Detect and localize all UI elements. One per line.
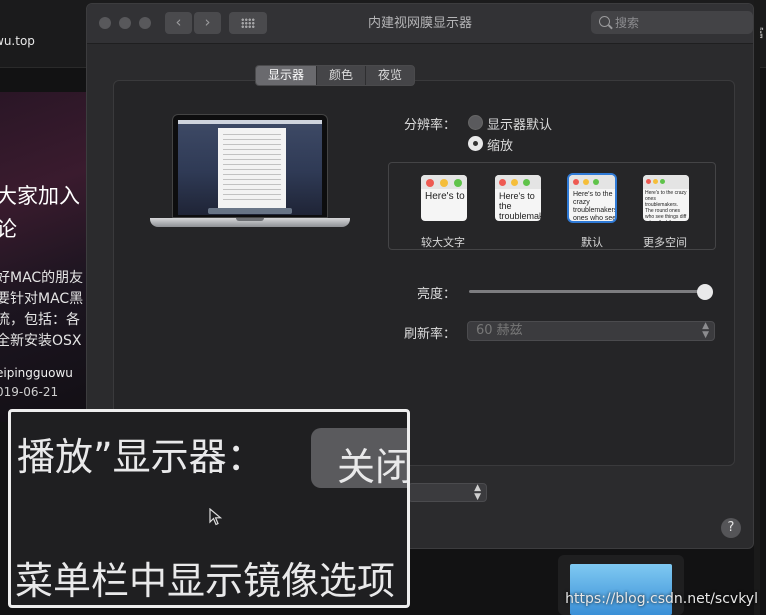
refresh-rate-select[interactable]: 60 赫兹 ▲ ▼ bbox=[467, 321, 715, 341]
scaled-resolution-options: Here's to the troublemakers Here's to th… bbox=[388, 162, 716, 250]
zoom-off-button[interactable]: 关闭 bbox=[311, 428, 410, 489]
hero-desc-line: 全新安装OSX bbox=[0, 333, 82, 349]
background-site-logo[interactable]: wu.top bbox=[0, 34, 35, 48]
radio-scaled[interactable] bbox=[468, 136, 483, 151]
search-box[interactable] bbox=[591, 11, 753, 34]
forward-button[interactable]: › bbox=[194, 12, 221, 34]
hero-desc-line: 要针对MAC黑 bbox=[0, 291, 84, 307]
window-titlebar[interactable]: 内建视网膜显示器 ‹ › bbox=[87, 4, 753, 44]
hero-title-line: 大家加入 bbox=[0, 184, 80, 208]
radio-scaled-label[interactable]: 缩放 bbox=[487, 135, 513, 154]
scale-caption-default: 默认 bbox=[581, 236, 603, 249]
help-button[interactable]: ? bbox=[721, 518, 741, 538]
background-hero-description: 好MAC的朋友 要针对MAC黑 流，包括：各 全新安装OSX bbox=[0, 268, 86, 352]
search-icon bbox=[599, 16, 610, 27]
airplay-display-select[interactable]: ▲ ▼ bbox=[408, 483, 487, 502]
radio-display-default[interactable] bbox=[468, 115, 483, 130]
display-tabs: 显示器 颜色 夜览 bbox=[255, 65, 416, 86]
scale-caption-more-space: 更多空间 bbox=[643, 236, 687, 249]
mouse-pointer-icon bbox=[209, 508, 223, 526]
thumb-dot bbox=[454, 179, 462, 187]
tab-color[interactable]: 颜色 bbox=[317, 66, 367, 85]
scale-caption-larger-text: 较大文字 bbox=[421, 236, 465, 249]
thumb-sample-text: Here's to the crazy troublemakers. ones … bbox=[573, 191, 615, 221]
laptop-screen bbox=[178, 120, 322, 215]
watermark: https://blog.csdn.net/scvkyl bbox=[565, 591, 758, 607]
background-date: 019-06-21 bbox=[0, 385, 59, 399]
chevron-updown-icon: ▲ ▼ bbox=[702, 321, 709, 340]
screen-dock bbox=[208, 208, 292, 214]
thumb-dot bbox=[646, 179, 651, 184]
thumb-dot bbox=[653, 179, 658, 184]
zoom-airplay-label: 播放”显示器： bbox=[17, 435, 265, 479]
brightness-slider-track[interactable] bbox=[469, 290, 709, 293]
hero-desc-line: 好MAC的朋友 bbox=[0, 270, 84, 286]
zoom-off-button-label: 关闭 bbox=[337, 445, 410, 489]
scale-option-default[interactable]: Here's to the crazy troublemakers. ones … bbox=[569, 175, 615, 221]
laptop-notch bbox=[236, 218, 264, 221]
thumb-dot bbox=[511, 179, 518, 186]
tab-display[interactable]: 显示器 bbox=[256, 66, 318, 85]
thumb-dot bbox=[573, 179, 579, 185]
thumb-dot bbox=[523, 179, 530, 186]
hero-title-line: 论 bbox=[0, 217, 17, 241]
screen: { "background_page": { "site_logo_fragme… bbox=[0, 0, 766, 615]
brightness-label: 亮度： bbox=[417, 287, 457, 302]
laptop-lid bbox=[172, 114, 328, 218]
thumb-dot bbox=[660, 179, 665, 184]
hero-desc-line: 流，包括：各 bbox=[0, 312, 80, 328]
scale-option-larger-text[interactable]: Here's to the troublemakers bbox=[421, 175, 467, 221]
refresh-rate-value: 60 赫兹 bbox=[476, 323, 523, 338]
search-input[interactable] bbox=[615, 14, 745, 31]
screen-menubar bbox=[178, 120, 322, 124]
thumb-sample-text: Here's to the troublemakers bbox=[425, 191, 467, 202]
tab-night-shift[interactable]: 夜览 bbox=[366, 66, 414, 85]
screen-document bbox=[218, 128, 286, 208]
radio-display-default-label[interactable]: 显示器默认 bbox=[487, 114, 552, 133]
magnified-overlay: 播放”显示器： 关闭 菜单栏中显示镜像选项 bbox=[8, 409, 410, 608]
refresh-rate-label: 刷新率： bbox=[404, 327, 457, 342]
brightness-slider-knob[interactable] bbox=[697, 284, 713, 300]
thumb-sample-text: Here's to the crazy ones troublemakers. … bbox=[645, 190, 687, 221]
scale-option-2[interactable]: Here's to the troublemakers. ones who se… bbox=[495, 175, 541, 221]
background-hero-title: 大家加入 论 bbox=[0, 180, 86, 246]
thumb-dot bbox=[426, 179, 434, 187]
thumb-dot bbox=[583, 179, 589, 185]
thumb-dot bbox=[593, 179, 599, 185]
resolution-label: 分辨率： bbox=[404, 118, 457, 133]
background-author: eipingguowu bbox=[0, 366, 73, 380]
thumb-sample-text: Here's to the troublemakers. ones who se… bbox=[499, 191, 541, 221]
scale-option-more-space[interactable]: Here's to the crazy ones troublemakers. … bbox=[643, 175, 689, 221]
background-scrollbar[interactable] bbox=[754, 0, 760, 615]
laptop-display-icon bbox=[150, 114, 350, 236]
thumb-dot bbox=[440, 179, 448, 187]
grid-icon bbox=[241, 18, 255, 28]
thumb-dot bbox=[499, 179, 506, 186]
chevron-updown-icon: ▲ ▼ bbox=[474, 483, 481, 502]
zoom-mirroring-label: 菜单栏中显示镜像选项 bbox=[15, 559, 396, 603]
thumbnail-image bbox=[570, 564, 672, 615]
show-all-button[interactable] bbox=[229, 12, 267, 34]
back-button[interactable]: ‹ bbox=[165, 12, 192, 34]
